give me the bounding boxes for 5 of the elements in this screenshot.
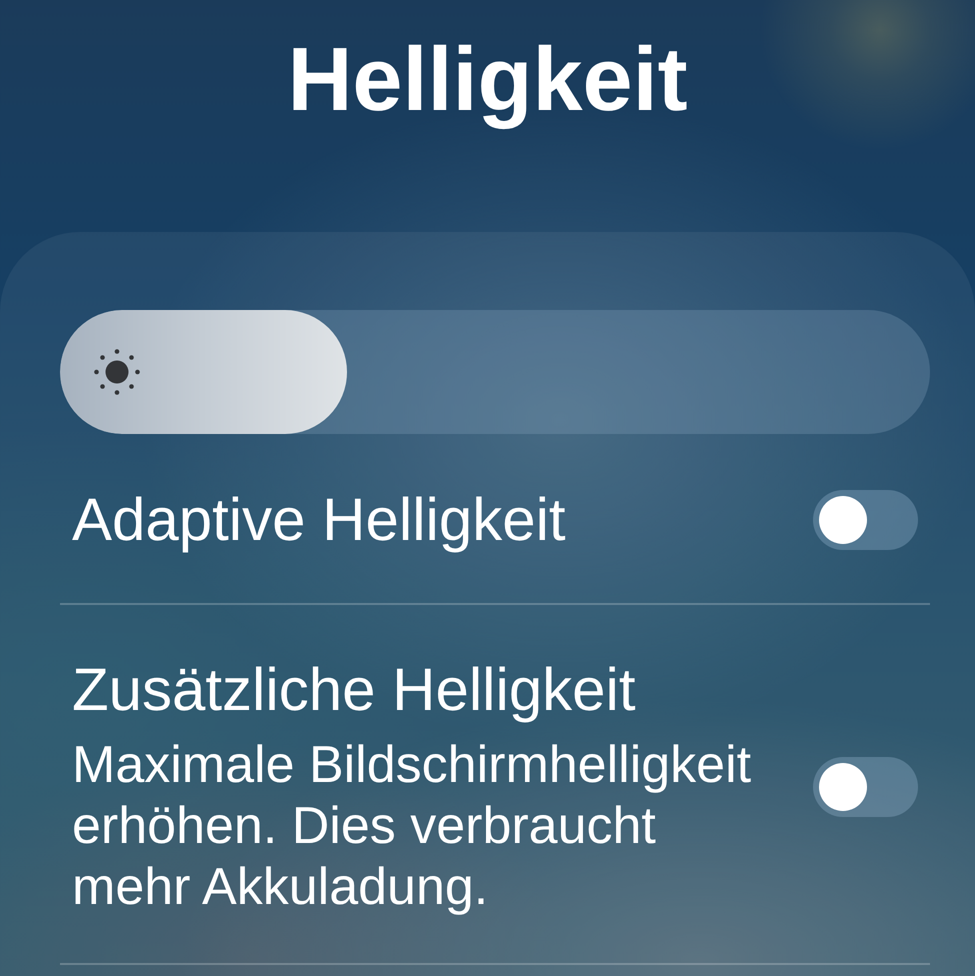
sun-icon xyxy=(94,349,140,395)
page-title: Helligkeit xyxy=(286,29,689,130)
setting-label: Adaptive Helligkeit xyxy=(72,485,566,555)
setting-description: Maximale Bildschirmhelligkeit erhöhen. Dies verbraucht mehr Akkuladung. xyxy=(72,735,752,918)
setting-label: Zusätzliche Helligkeit xyxy=(72,655,637,725)
